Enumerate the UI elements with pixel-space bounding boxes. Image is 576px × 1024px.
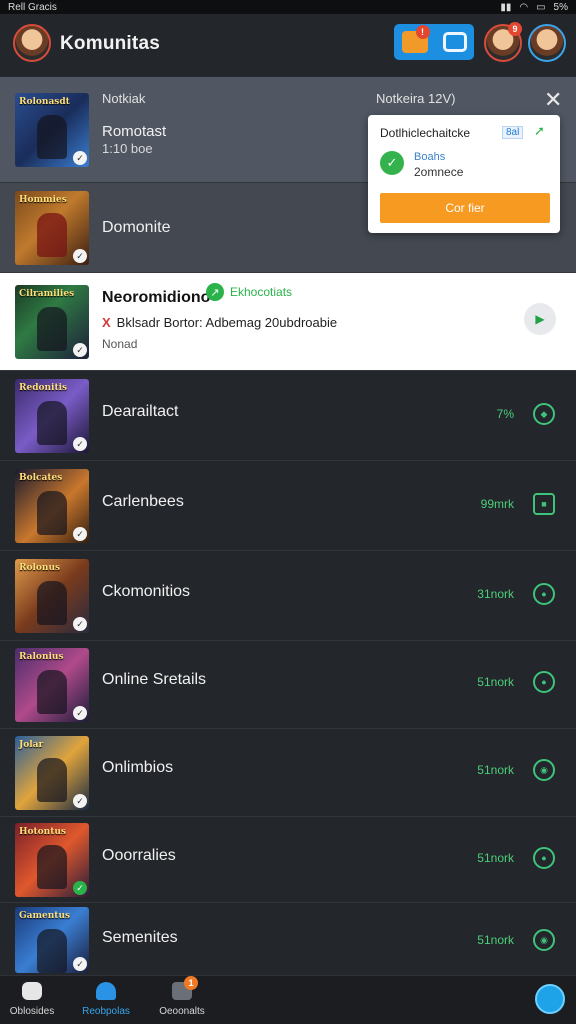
header-actions[interactable]: !: [394, 24, 474, 60]
game-thumbnail: Bolcates ✓: [15, 469, 89, 543]
inbox-icon[interactable]: !: [401, 25, 430, 53]
verified-icon: ✓: [73, 343, 87, 357]
game-thumbnail: Rolonasdt ✓: [15, 93, 89, 167]
popup-chip: 8al: [502, 126, 524, 139]
item-title: Romotast: [102, 123, 167, 140]
avatar-badge: 9: [508, 22, 522, 36]
home-icon: [22, 982, 42, 1000]
item-meta: 51nork: [477, 675, 514, 689]
shield-icon[interactable]: ◆: [533, 403, 555, 425]
list-item[interactable]: Rolonus ✓ Ckomonitios 31nork ●: [0, 551, 576, 641]
target-icon[interactable]: ◉: [533, 929, 555, 951]
game-thumbnail: Gamentus ✓: [15, 907, 89, 973]
chat-bubble-icon[interactable]: ●: [533, 583, 555, 605]
item-description: X Bklsadr Bortor: Adbemag 20ubdroabie: [102, 315, 338, 330]
verified-icon: ✓: [73, 794, 87, 808]
app-header: Komunitas ! 9: [0, 14, 576, 72]
item-subtitle: Nonad: [102, 337, 138, 351]
target-icon[interactable]: ◉: [533, 759, 555, 781]
game-thumbnail: Rolonus ✓: [15, 559, 89, 633]
verified-icon: ✓: [73, 881, 87, 895]
bag-icon[interactable]: ■: [533, 493, 555, 515]
compose-button[interactable]: [535, 984, 565, 1014]
nav-item-notifications[interactable]: 1 Oeoonalts: [142, 976, 222, 1017]
game-thumbnail: Hotontus ✓: [15, 823, 89, 897]
nav-item-home[interactable]: Oblosides: [0, 982, 72, 1017]
item-title: Ooorralies: [102, 847, 176, 864]
item-meta: 99mrk: [480, 497, 514, 511]
item-meta: 51nork: [477, 763, 514, 777]
bell-icon: 1: [172, 976, 198, 1000]
item-meta: 51nork: [477, 851, 514, 865]
item-label-right: Notkeira 12V): [376, 91, 456, 106]
page-title: Komunitas: [60, 33, 160, 54]
list-item[interactable]: Redonitis ✓ Dearailtact 7% ◆: [0, 371, 576, 461]
list-item[interactable]: Ralonius ✓ Online Sretails 51nork ●: [0, 641, 576, 729]
verified-icon: ✓: [73, 527, 87, 541]
item-meta: 51nork: [477, 933, 514, 947]
game-thumbnail: Hommies ✓: [15, 191, 89, 265]
signal-icon: ▮▮: [500, 1, 512, 13]
list-item-highlighted[interactable]: Cilramilies ✓ Neoromidiono ↗ Ekhocotiats…: [0, 273, 576, 371]
chat-bubble-icon[interactable]: ●: [533, 671, 555, 693]
item-title: Neoromidiono: [102, 289, 211, 306]
popup-line2: 2omnece: [414, 165, 464, 179]
popup-line1: Boahs: [414, 151, 446, 163]
nav-badge: 1: [184, 976, 198, 990]
list-item[interactable]: Hotontus ✓ Ooorralies 51nork ●: [0, 817, 576, 903]
join-popup: Dotlhiclechaitcke 8al ➚ ✓ Boahs 2omnece …: [368, 115, 560, 233]
item-meta: 7%: [496, 407, 514, 421]
list-item[interactable]: Jolar ✓ Onlimbios 51nork ◉: [0, 729, 576, 817]
status-bar: Rell Gracis ▮▮ ◠ ▭ 5%: [0, 0, 576, 14]
popup-title: Dotlhiclechaitcke: [380, 126, 471, 140]
item-title: Carlenbees: [102, 493, 184, 510]
item-subtitle: 1:10 boe: [102, 141, 153, 156]
trend-icon: ↗: [206, 283, 224, 301]
battery-icon: ▭: [536, 1, 546, 13]
profile-avatar[interactable]: [13, 24, 51, 62]
verified-icon: ✓: [73, 957, 87, 971]
popup-action-button[interactable]: Cor fier: [380, 193, 550, 223]
community-list: Rolonasdt ✓ Notkiak Notkeira 12V) ✕ Romo…: [0, 77, 576, 975]
game-thumbnail: Ralonius ✓: [15, 648, 89, 722]
chat-bubble-icon[interactable]: ●: [533, 847, 555, 869]
x-mark-icon: X: [102, 315, 111, 330]
community-icon: [96, 982, 116, 1000]
item-meta: 31nork: [477, 587, 514, 601]
play-button[interactable]: ▶: [524, 303, 556, 335]
carrier-label: Rell Gracis: [8, 1, 57, 13]
list-item[interactable]: Bolcates ✓ Carlenbees 99mrk ■: [0, 461, 576, 551]
item-title: Online Sretails: [102, 671, 207, 688]
item-label: Notkiak: [102, 91, 146, 106]
status-badge: ↗ Ekhocotiats: [206, 283, 292, 301]
friend-avatar-2[interactable]: [528, 24, 566, 62]
game-thumbnail: Cilramilies ✓: [15, 285, 89, 359]
item-title: Domonite: [102, 219, 171, 236]
item-title: Dearailtact: [102, 403, 179, 420]
item-title: Semenites: [102, 929, 178, 946]
notification-badge: !: [415, 25, 430, 39]
game-thumbnail: Redonitis ✓: [15, 379, 89, 453]
verified-icon: ✓: [73, 437, 87, 451]
bottom-nav: Oblosides Reobpolas 1 Oeoonalts: [0, 975, 576, 1024]
close-icon[interactable]: ✕: [544, 87, 562, 113]
chat-icon[interactable]: [442, 32, 467, 52]
wifi-icon: ◠: [519, 1, 529, 13]
verified-icon: ✓: [73, 706, 87, 720]
nav-item-community[interactable]: Reobpolas: [66, 982, 146, 1017]
list-item[interactable]: Gamentus ✓ Semenites 51nork ◉: [0, 903, 576, 975]
item-title: Onlimbios: [102, 759, 174, 776]
verified-icon: ✓: [73, 249, 87, 263]
arrow-icon[interactable]: ➚: [534, 123, 545, 139]
item-title: Ckomonitios: [102, 583, 191, 600]
game-thumbnail: Jolar ✓: [15, 736, 89, 810]
verified-icon: ✓: [73, 617, 87, 631]
verified-icon: ✓: [73, 151, 87, 165]
friend-avatar[interactable]: 9: [484, 22, 522, 62]
check-icon: ✓: [380, 151, 404, 175]
battery-level: 5%: [553, 1, 568, 13]
